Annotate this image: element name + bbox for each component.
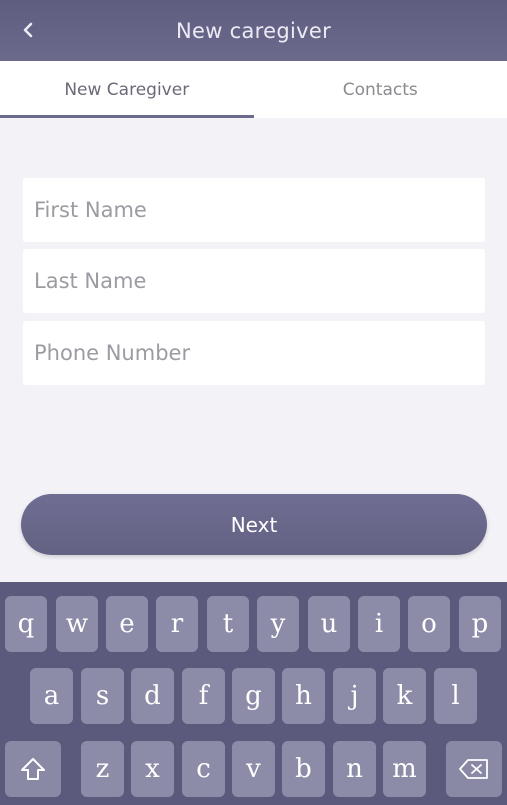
shift-key[interactable] bbox=[5, 741, 61, 797]
key-a[interactable]: a bbox=[30, 668, 73, 724]
key-t[interactable]: t bbox=[207, 596, 249, 652]
key-o[interactable]: o bbox=[408, 596, 450, 652]
key-g[interactable]: g bbox=[232, 668, 275, 724]
next-button[interactable]: Next bbox=[21, 494, 487, 555]
key-f[interactable]: f bbox=[182, 668, 225, 724]
last-name-input[interactable] bbox=[23, 249, 485, 313]
phone-number-input[interactable] bbox=[23, 321, 485, 385]
key-k[interactable]: k bbox=[383, 668, 426, 724]
shift-arrow-icon bbox=[21, 758, 45, 780]
key-d[interactable]: d bbox=[131, 668, 174, 724]
key-u[interactable]: u bbox=[308, 596, 350, 652]
key-w[interactable]: w bbox=[56, 596, 98, 652]
key-l[interactable]: l bbox=[434, 668, 477, 724]
key-y[interactable]: y bbox=[257, 596, 299, 652]
key-z[interactable]: z bbox=[81, 741, 124, 797]
key-j[interactable]: j bbox=[333, 668, 376, 724]
first-name-input[interactable] bbox=[23, 178, 485, 242]
backspace-icon bbox=[459, 759, 488, 779]
key-s[interactable]: s bbox=[81, 668, 124, 724]
key-x[interactable]: x bbox=[131, 741, 174, 797]
key-m[interactable]: m bbox=[383, 741, 426, 797]
backspace-key[interactable] bbox=[446, 741, 502, 797]
tab-contacts[interactable]: Contacts bbox=[254, 61, 507, 118]
key-r[interactable]: r bbox=[156, 596, 198, 652]
key-h[interactable]: h bbox=[282, 668, 325, 724]
chevron-left-icon bbox=[23, 22, 33, 38]
back-button[interactable] bbox=[14, 16, 42, 44]
app-header: New caregiver bbox=[0, 0, 507, 61]
key-p[interactable]: p bbox=[459, 596, 501, 652]
key-b[interactable]: b bbox=[282, 741, 325, 797]
tab-bar: New Caregiver Contacts bbox=[0, 61, 507, 118]
tab-new-caregiver[interactable]: New Caregiver bbox=[0, 61, 254, 118]
key-c[interactable]: c bbox=[182, 741, 225, 797]
key-q[interactable]: q bbox=[5, 596, 47, 652]
key-n[interactable]: n bbox=[333, 741, 376, 797]
page-title: New caregiver bbox=[175, 18, 332, 43]
key-i[interactable]: i bbox=[358, 596, 400, 652]
on-screen-keyboard: q w e r t y u i o p a s d f g h j k l z … bbox=[0, 582, 507, 805]
key-v[interactable]: v bbox=[232, 741, 275, 797]
key-e[interactable]: e bbox=[106, 596, 148, 652]
